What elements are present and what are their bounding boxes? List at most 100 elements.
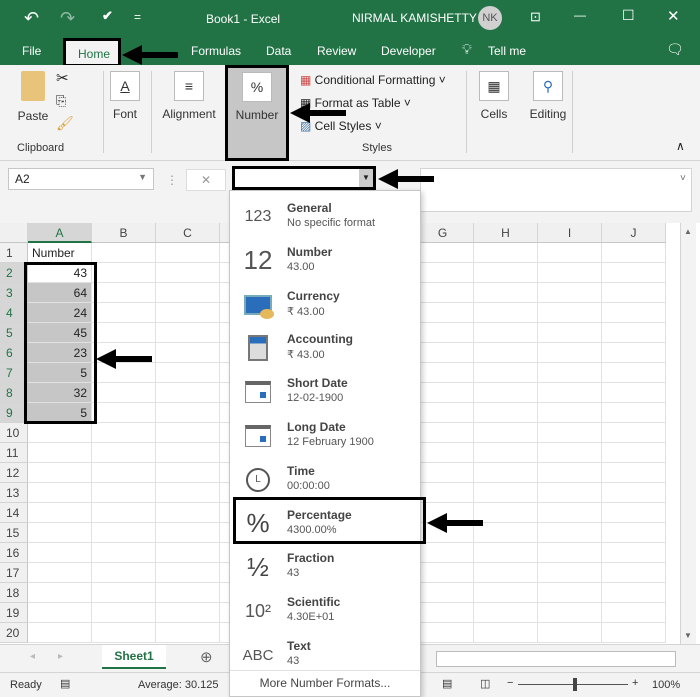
spelling-icon[interactable]: ✔ bbox=[102, 8, 113, 24]
cell-A13[interactable] bbox=[28, 483, 92, 503]
cell-A11[interactable] bbox=[28, 443, 92, 463]
row-header-1[interactable]: 1 bbox=[0, 243, 28, 263]
cell-B4[interactable] bbox=[92, 303, 156, 323]
page-layout-icon[interactable]: ◫ bbox=[480, 677, 490, 690]
row-header-18[interactable]: 18 bbox=[0, 583, 28, 603]
cell-J11[interactable] bbox=[602, 443, 666, 463]
format-fraction[interactable]: ½ Fraction 43 bbox=[230, 545, 420, 589]
status-average[interactable]: Average: 30.125 bbox=[138, 679, 219, 691]
cell-I4[interactable] bbox=[538, 303, 602, 323]
row-header-19[interactable]: 19 bbox=[0, 603, 28, 623]
column-header-H[interactable]: H bbox=[474, 223, 538, 243]
column-header-J[interactable]: J bbox=[602, 223, 666, 243]
cell-I8[interactable] bbox=[538, 383, 602, 403]
cell-H13[interactable] bbox=[474, 483, 538, 503]
format-long-date[interactable]: Long Date 12 February 1900 bbox=[230, 414, 420, 458]
redo-icon[interactable]: ↷ bbox=[60, 8, 75, 29]
cell-H20[interactable] bbox=[474, 623, 538, 643]
cell-B11[interactable] bbox=[92, 443, 156, 463]
add-sheet-icon[interactable]: ⊕ bbox=[200, 648, 213, 666]
zoom-out-icon[interactable]: − bbox=[507, 677, 513, 689]
cell-C3[interactable] bbox=[156, 283, 220, 303]
minimize-icon[interactable]: — bbox=[574, 8, 586, 22]
cell-B15[interactable] bbox=[92, 523, 156, 543]
cell-I12[interactable] bbox=[538, 463, 602, 483]
copy-icon[interactable]: ⎘ bbox=[56, 93, 66, 109]
cell-G11[interactable] bbox=[412, 443, 474, 463]
column-header-B[interactable]: B bbox=[92, 223, 156, 243]
cell-J5[interactable] bbox=[602, 323, 666, 343]
cell-J4[interactable] bbox=[602, 303, 666, 323]
row-header-12[interactable]: 12 bbox=[0, 463, 28, 483]
normal-view-icon[interactable]: ▤ bbox=[442, 677, 452, 690]
cell-J10[interactable] bbox=[602, 423, 666, 443]
cell-G9[interactable] bbox=[412, 403, 474, 423]
sheet-tab-sheet1[interactable]: Sheet1 bbox=[102, 645, 166, 669]
cell-H15[interactable] bbox=[474, 523, 538, 543]
format-text[interactable]: ABC Text 43 bbox=[230, 633, 420, 677]
tab-home[interactable]: Home bbox=[63, 38, 121, 67]
cell-I9[interactable] bbox=[538, 403, 602, 423]
editing-button[interactable]: ⚲ Editing bbox=[528, 71, 568, 121]
cell-J15[interactable] bbox=[602, 523, 666, 543]
cell-B10[interactable] bbox=[92, 423, 156, 443]
cell-I3[interactable] bbox=[538, 283, 602, 303]
cell-I19[interactable] bbox=[538, 603, 602, 623]
cell-J16[interactable] bbox=[602, 543, 666, 563]
cell-C14[interactable] bbox=[156, 503, 220, 523]
cell-H18[interactable] bbox=[474, 583, 538, 603]
cell-C11[interactable] bbox=[156, 443, 220, 463]
number-format-combobox[interactable]: ▼ bbox=[232, 166, 376, 190]
collapse-ribbon-icon[interactable]: ∧ bbox=[676, 139, 685, 153]
avatar[interactable]: NK bbox=[478, 6, 502, 30]
cell-H2[interactable] bbox=[474, 263, 538, 283]
cell-C12[interactable] bbox=[156, 463, 220, 483]
cell-G1[interactable] bbox=[412, 243, 474, 263]
cell-G19[interactable] bbox=[412, 603, 474, 623]
expand-formula-icon[interactable]: ˅ bbox=[680, 173, 686, 184]
cell-H8[interactable] bbox=[474, 383, 538, 403]
name-box[interactable]: A2 ▼ bbox=[8, 168, 154, 190]
cell-H17[interactable] bbox=[474, 563, 538, 583]
cell-C10[interactable] bbox=[156, 423, 220, 443]
cell-I1[interactable] bbox=[538, 243, 602, 263]
cell-B16[interactable] bbox=[92, 543, 156, 563]
cell-B18[interactable] bbox=[92, 583, 156, 603]
row-header-15[interactable]: 15 bbox=[0, 523, 28, 543]
cell-G3[interactable] bbox=[412, 283, 474, 303]
format-short-date[interactable]: Short Date 12-02-1900 bbox=[230, 370, 420, 414]
tab-file[interactable]: File bbox=[22, 44, 41, 58]
cell-J19[interactable] bbox=[602, 603, 666, 623]
cell-C9[interactable] bbox=[156, 403, 220, 423]
ribbon-display-icon[interactable]: ⊡ bbox=[530, 9, 541, 25]
cell-J12[interactable] bbox=[602, 463, 666, 483]
cell-A10[interactable] bbox=[28, 423, 92, 443]
format-scientific[interactable]: 10² Scientific 4.30E+01 bbox=[230, 589, 420, 633]
user-name[interactable]: NIRMAL KAMISHETTY bbox=[352, 11, 477, 25]
conditional-formatting-button[interactable]: ▦ Conditional Formatting ˅ bbox=[300, 73, 446, 87]
format-general[interactable]: 123 General No specific format bbox=[230, 195, 420, 239]
number-button[interactable]: % Number bbox=[225, 65, 289, 161]
row-header-11[interactable]: 11 bbox=[0, 443, 28, 463]
cell-B8[interactable] bbox=[92, 383, 156, 403]
column-header-C[interactable]: C bbox=[156, 223, 220, 243]
alignment-button[interactable]: ≡ Alignment bbox=[158, 71, 220, 121]
cell-C20[interactable] bbox=[156, 623, 220, 643]
format-accounting[interactable]: Accounting ₹ 43.00 bbox=[230, 326, 420, 370]
cell-H16[interactable] bbox=[474, 543, 538, 563]
cell-B9[interactable] bbox=[92, 403, 156, 423]
cell-G8[interactable] bbox=[412, 383, 474, 403]
cell-H3[interactable] bbox=[474, 283, 538, 303]
row-header-17[interactable]: 17 bbox=[0, 563, 28, 583]
tell-me-search[interactable]: Tell me bbox=[488, 44, 526, 58]
tab-developer[interactable]: Developer bbox=[381, 44, 436, 58]
row-header-13[interactable]: 13 bbox=[0, 483, 28, 503]
cell-J2[interactable] bbox=[602, 263, 666, 283]
cell-C17[interactable] bbox=[156, 563, 220, 583]
cell-B17[interactable] bbox=[92, 563, 156, 583]
cell-A17[interactable] bbox=[28, 563, 92, 583]
cell-A19[interactable] bbox=[28, 603, 92, 623]
cell-H4[interactable] bbox=[474, 303, 538, 323]
tab-formulas[interactable]: Formulas bbox=[191, 44, 241, 58]
cell-I14[interactable] bbox=[538, 503, 602, 523]
